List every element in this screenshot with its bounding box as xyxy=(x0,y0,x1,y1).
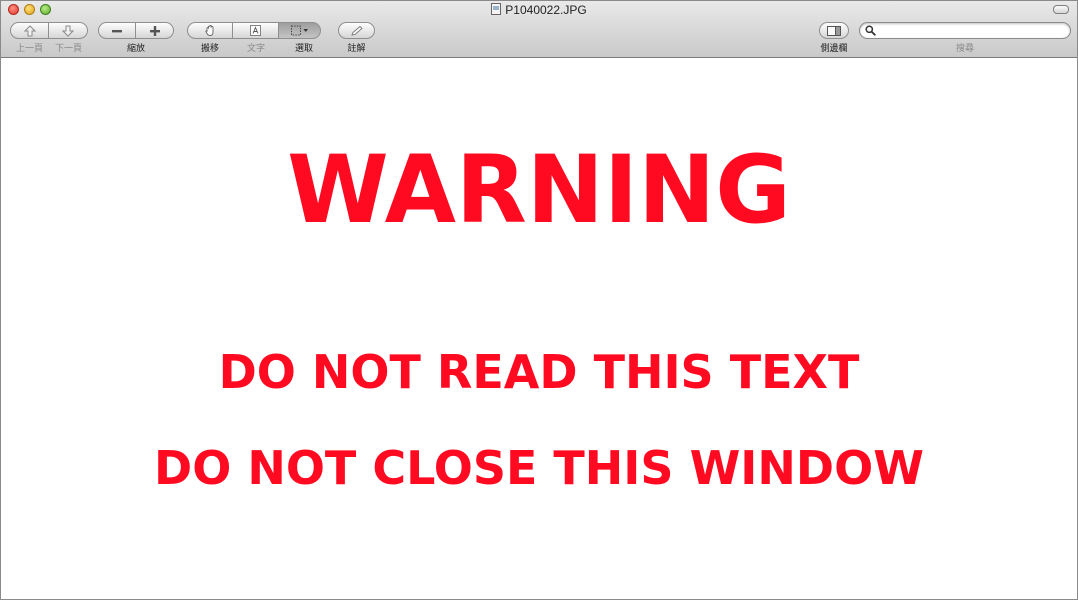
annotate-button[interactable] xyxy=(338,22,375,39)
search-field[interactable] xyxy=(859,22,1071,39)
window-title-text: P1040022.JPG xyxy=(505,3,587,17)
previous-page-label: 上一頁 xyxy=(15,43,43,53)
window-title: P1040022.JPG xyxy=(1,3,1077,17)
arrow-up-icon xyxy=(23,24,36,36)
warning-heading: WARNING xyxy=(287,136,791,245)
marquee-select-icon xyxy=(290,25,308,36)
toolbar: P1040022.JPG 上一頁 下一頁 縮放 搬移 文字 選取 註解 側邊欄 … xyxy=(1,1,1077,58)
arrow-down-icon xyxy=(62,25,74,37)
tool-group xyxy=(187,22,321,39)
select-label: 選取 xyxy=(294,43,313,53)
pencil-icon xyxy=(350,25,363,36)
text-label: 文字 xyxy=(246,43,265,53)
document-line-2: DO NOT CLOSE THIS WINDOW xyxy=(154,441,924,495)
document-line-1: DO NOT READ THIS TEXT xyxy=(218,345,860,399)
move-label: 搬移 xyxy=(200,43,219,53)
toolbar-toggle-button[interactable] xyxy=(1053,5,1069,14)
hand-icon xyxy=(204,25,213,36)
document-icon xyxy=(491,3,502,15)
annotate-group xyxy=(338,22,375,39)
sidebar-icon xyxy=(827,25,841,36)
plus-icon xyxy=(149,25,160,36)
sidebar-button[interactable] xyxy=(819,22,849,39)
sidebar-group xyxy=(819,22,849,39)
next-page-button[interactable] xyxy=(49,22,88,39)
zoom-group xyxy=(98,22,174,39)
search-input[interactable] xyxy=(878,24,1064,37)
magnifier-icon xyxy=(865,25,876,36)
text-tool-button[interactable] xyxy=(233,22,279,39)
preview-window: P1040022.JPG 上一頁 下一頁 縮放 搬移 文字 選取 註解 側邊欄 … xyxy=(0,0,1078,600)
zoom-label: 縮放 xyxy=(126,43,145,53)
minus-icon xyxy=(112,29,122,32)
next-page-label: 下一頁 xyxy=(54,43,82,53)
text-select-icon xyxy=(250,25,261,36)
select-tool-button[interactable] xyxy=(279,22,321,39)
search-label: 搜尋 xyxy=(955,43,974,53)
zoom-in-button[interactable] xyxy=(136,22,174,39)
page-nav-group xyxy=(10,22,88,39)
zoom-out-button[interactable] xyxy=(98,22,136,39)
move-tool-button[interactable] xyxy=(187,22,233,39)
sidebar-label: 側邊欄 xyxy=(820,43,848,53)
document-view: WARNING DO NOT READ THIS TEXT DO NOT CLO… xyxy=(1,58,1077,599)
annotate-label: 註解 xyxy=(347,43,366,53)
previous-page-button[interactable] xyxy=(10,22,49,39)
